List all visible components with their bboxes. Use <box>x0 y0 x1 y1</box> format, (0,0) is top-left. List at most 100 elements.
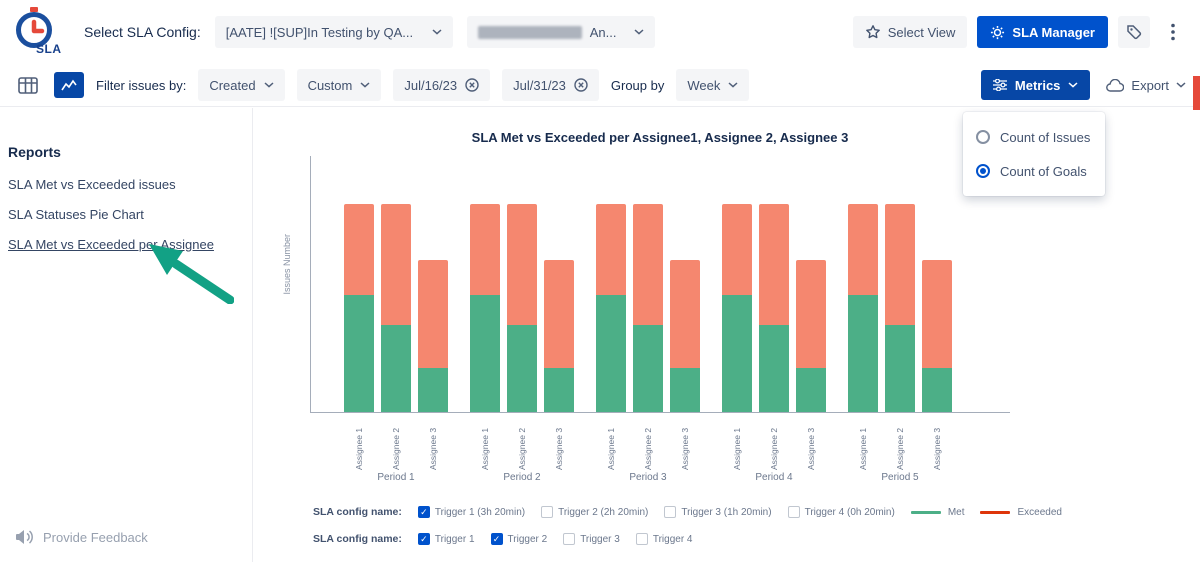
filter-type-dropdown[interactable]: Created <box>198 69 284 101</box>
legend-item-exceeded: Exceeded <box>980 507 1061 518</box>
trigger-label: Trigger 4 <box>653 534 693 545</box>
checkbox[interactable] <box>664 506 676 518</box>
x-axis-label: Assignee 2 <box>759 420 789 470</box>
provide-feedback-button[interactable]: Provide Feedback <box>14 528 148 546</box>
trigger-option[interactable]: Trigger 4 (0h 20min) <box>788 506 895 518</box>
tag-icon <box>1126 24 1142 40</box>
grid-icon <box>18 77 38 94</box>
trigger-option[interactable]: Trigger 3 <box>563 533 620 545</box>
clear-icon[interactable] <box>574 78 588 92</box>
chevron-down-icon <box>728 82 738 88</box>
menu-item-count-of-goals[interactable]: Count of Goals <box>963 154 1105 188</box>
trigger-label: Trigger 1 (3h 20min) <box>435 507 525 518</box>
trigger-option[interactable]: Trigger 1 <box>418 533 475 545</box>
table-view-toggle[interactable] <box>14 72 42 98</box>
trigger-option[interactable]: Trigger 4 <box>636 533 693 545</box>
trigger-option[interactable]: Trigger 2 <box>491 533 548 545</box>
logo-text: SLA <box>36 42 62 56</box>
metrics-label: Metrics <box>1015 78 1061 93</box>
radio-count-of-goals[interactable] <box>976 164 990 178</box>
period-label: Period 5 <box>848 472 952 483</box>
trigger-option[interactable]: Trigger 2 (2h 20min) <box>541 506 648 518</box>
group-by-dropdown[interactable]: Week <box>676 69 749 101</box>
x-axis-label: Assignee 1 <box>848 420 878 470</box>
checkbox[interactable] <box>541 506 553 518</box>
y-axis-label: Issues Number <box>282 234 292 295</box>
bar-segment-met <box>470 295 500 412</box>
assignee-dropdown[interactable]: An... <box>467 16 655 48</box>
clear-icon[interactable] <box>465 78 479 92</box>
select-view-button[interactable]: Select View <box>853 16 968 48</box>
select-sla-config-label: Select SLA Config: <box>84 24 201 40</box>
trigger-option[interactable]: Trigger 3 (1h 20min) <box>664 506 771 518</box>
stacked-bar <box>722 162 752 412</box>
range-type-dropdown[interactable]: Custom <box>297 69 382 101</box>
menu-item-label: Count of Issues <box>1000 130 1090 145</box>
trigger-label: Trigger 2 (2h 20min) <box>558 507 648 518</box>
bar-segment-exceeded <box>759 204 789 325</box>
date-to-field[interactable]: Jul/31/23 <box>502 69 599 101</box>
sidebar-item-statuses-pie-chart[interactable]: SLA Statuses Pie Chart <box>8 207 244 222</box>
toolbar-actions: Metrics Export <box>981 70 1186 100</box>
chart-view-toggle[interactable] <box>54 72 84 98</box>
chevron-down-icon <box>432 29 442 35</box>
redacted-text-block <box>478 26 582 39</box>
bar-group: Assignee 1Assignee 2Assignee 3Period 1 <box>344 162 448 483</box>
date-to-value: Jul/31/23 <box>513 78 566 93</box>
stacked-bar <box>922 162 952 412</box>
bar-segment-met <box>596 295 626 412</box>
trigger-option[interactable]: Trigger 1 (3h 20min) <box>418 506 525 518</box>
metrics-dropdown-menu: Count of Issues Count of Goals <box>963 112 1105 196</box>
sla-config-dropdown[interactable]: [AATE] ![SUP]In Testing by QA... <box>215 16 453 48</box>
kebab-menu-icon <box>1171 23 1175 41</box>
x-axis-label: Assignee 3 <box>796 420 826 470</box>
checkbox[interactable] <box>788 506 800 518</box>
chevron-down-icon <box>360 82 370 88</box>
sla-config-filter-row-2: SLA config name: Trigger 1 Trigger 2 Tri… <box>313 533 693 545</box>
chart-legend: Met Exceeded <box>911 507 1062 518</box>
date-from-field[interactable]: Jul/16/23 <box>393 69 490 101</box>
checkbox[interactable] <box>491 533 503 545</box>
checkbox[interactable] <box>418 533 430 545</box>
sidebar-item-met-vs-exceeded-issues[interactable]: SLA Met vs Exceeded issues <box>8 177 244 192</box>
bar-segment-exceeded <box>722 204 752 296</box>
sla-manager-button[interactable]: SLA Manager <box>977 16 1108 48</box>
sla-config-filter-row-1: SLA config name: Trigger 1 (3h 20min) Tr… <box>313 506 1022 518</box>
bar-segment-met <box>722 295 752 412</box>
legend-label: Exceeded <box>1017 507 1061 518</box>
chevron-down-icon <box>1068 82 1078 88</box>
legend-line-met <box>911 511 941 514</box>
x-axis-label: Assignee 1 <box>596 420 626 470</box>
megaphone-icon <box>14 528 34 546</box>
checkbox[interactable] <box>563 533 575 545</box>
metrics-button[interactable]: Metrics <box>981 70 1091 100</box>
checkbox[interactable] <box>636 533 648 545</box>
select-view-label: Select View <box>888 25 956 40</box>
app-header: SLA Select SLA Config: [AATE] ![SUP]In T… <box>0 0 1200 64</box>
bar-segment-exceeded <box>885 204 915 325</box>
stacked-bar <box>670 162 700 412</box>
bar-segment-exceeded <box>670 260 700 368</box>
y-axis-line <box>310 156 311 413</box>
legend-line-exceeded <box>980 511 1010 514</box>
tag-button[interactable] <box>1118 16 1150 48</box>
export-button[interactable]: Export <box>1106 78 1186 93</box>
checkbox[interactable] <box>418 506 430 518</box>
radio-count-of-issues[interactable] <box>976 130 990 144</box>
menu-item-count-of-issues[interactable]: Count of Issues <box>963 120 1105 154</box>
x-axis-label: Assignee 2 <box>633 420 663 470</box>
header-actions: Select View SLA Manager <box>853 16 1186 48</box>
bar-segment-met <box>381 325 411 413</box>
stacked-bar <box>885 162 915 412</box>
filter-issues-by-label: Filter issues by: <box>96 78 186 93</box>
bar-group: Assignee 1Assignee 2Assignee 3Period 2 <box>470 162 574 483</box>
bar-segment-met <box>922 368 952 412</box>
more-options-button[interactable] <box>1160 16 1186 48</box>
bar-groups: Assignee 1Assignee 2Assignee 3Period 1As… <box>344 162 952 483</box>
stacked-bar <box>759 162 789 412</box>
bar-segment-met <box>344 295 374 412</box>
bar-segment-exceeded <box>344 204 374 296</box>
bar-chart: Issues Number Assignee 1Assignee 2Assign… <box>310 162 1010 412</box>
bar-segment-exceeded <box>596 204 626 296</box>
sla-manager-label: SLA Manager <box>1012 25 1095 40</box>
